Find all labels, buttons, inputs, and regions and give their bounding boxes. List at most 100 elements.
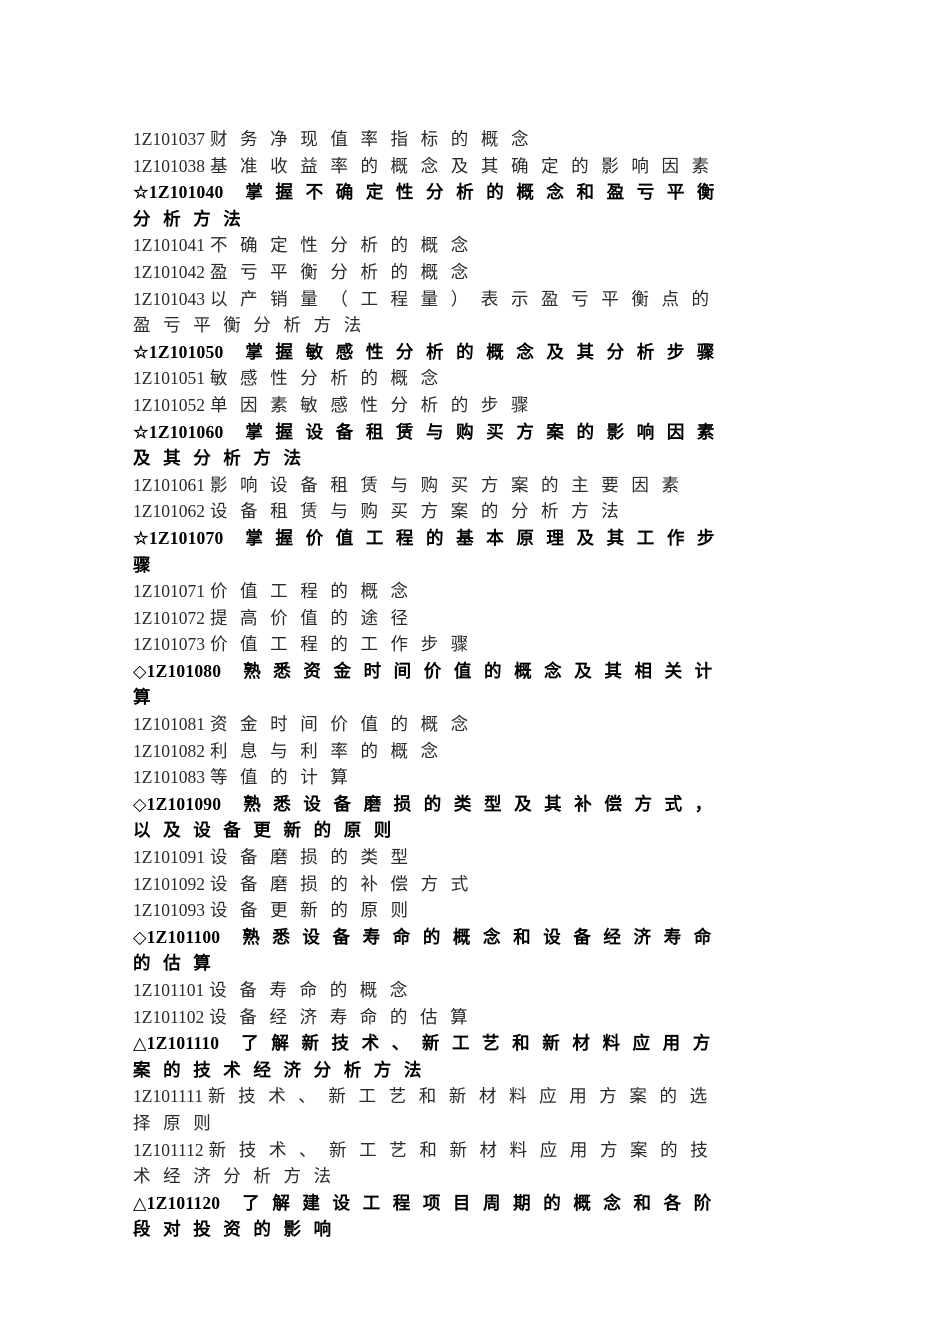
- syllabus-entry: 1Z101051 敏感性分析的概念: [133, 365, 817, 392]
- entry-text: 等值的计算: [209, 768, 361, 789]
- entry-text: 敏感性分析的概念: [209, 369, 451, 390]
- entry-code: 1Z101043: [133, 288, 205, 309]
- entry-code: 1Z101082: [133, 740, 205, 761]
- syllabus-entry: ☆1Z101040 掌握不确定性分析的概念和盈亏平衡: [133, 179, 817, 206]
- syllabus-entry-continuation: 术经济分析方法: [133, 1163, 817, 1190]
- syllabus-entry: ☆1Z101060 掌握设备租赁与购买方案的影响因素: [133, 419, 817, 446]
- entry-text: 设备更新的原则: [209, 901, 421, 922]
- syllabus-entry: 1Z101071 价值工程的概念: [133, 578, 817, 605]
- syllabus-entry: 1Z101111 新技术、新工艺和新材料应用方案的选: [133, 1083, 817, 1110]
- entry-text: 设备经济寿命的估算: [209, 1007, 481, 1028]
- entry-text: 算: [133, 688, 165, 709]
- syllabus-entry: 1Z101112 新技术、新工艺和新材料应用方案的技: [133, 1137, 817, 1164]
- entry-code: 1Z101093: [133, 900, 205, 921]
- syllabus-entry-continuation: 以及设备更新的原则: [133, 817, 817, 844]
- entry-text: 案的技术经济分析方法: [133, 1060, 434, 1081]
- entry-text: 设备磨损的类型: [209, 848, 421, 869]
- entry-text: 段对投资的影响: [133, 1220, 344, 1241]
- entry-code: △1Z101110: [133, 1033, 220, 1054]
- syllabus-entry: 1Z101101 设备寿命的概念: [133, 977, 817, 1004]
- entry-code: 1Z101081: [133, 714, 205, 735]
- entry-code: 1Z101092: [133, 873, 205, 894]
- entry-text: 以及设备更新的原则: [133, 821, 404, 842]
- syllabus-entry-continuation: 段对投资的影响: [133, 1216, 817, 1243]
- entry-code: ☆1Z101040: [133, 182, 224, 203]
- entry-text: 熟悉设备寿命的概念和设备经济寿命: [242, 927, 724, 948]
- entry-text: 利息与利率的概念: [209, 741, 451, 762]
- syllabus-entry-continuation: 算: [133, 684, 817, 711]
- entry-text: 设备寿命的概念: [209, 981, 420, 1001]
- entry-code: ◇1Z101090: [133, 793, 222, 814]
- entry-text: 择原则: [133, 1113, 224, 1134]
- entry-code: 1Z101102: [133, 1006, 205, 1027]
- entry-text: 骤: [133, 555, 165, 576]
- entry-text: 新技术、新工艺和新材料应用方案的技: [208, 1140, 721, 1161]
- entry-code: 1Z101041: [133, 235, 205, 256]
- syllabus-entry: 1Z101062 设备租赁与购买方案的分析方法: [133, 498, 817, 525]
- entry-text: 价值工程的工作步骤: [209, 635, 481, 656]
- syllabus-entry: 1Z101091 设备磨损的类型: [133, 844, 817, 871]
- entry-code: 1Z101062: [133, 501, 205, 522]
- entry-text: 以产销量（工程量）表示盈亏平衡点的: [209, 289, 722, 310]
- syllabus-entry: 1Z101093 设备更新的原则: [133, 897, 817, 924]
- entry-text: 不确定性分析的概念: [209, 236, 481, 257]
- entry-code: 1Z101038: [133, 155, 205, 176]
- entry-text: 新技术、新工艺和新材料应用方案的选: [208, 1087, 720, 1108]
- entry-text: 掌握不确定性分析的概念和盈亏平衡: [245, 183, 728, 204]
- syllabus-entry-continuation: 分析方法: [133, 206, 817, 233]
- entry-text: 分析方法: [133, 209, 254, 230]
- syllabus-entry: ◇1Z101080 熟悉资金时间价值的概念及其相关计: [133, 658, 817, 685]
- entry-code: 1Z101071: [133, 581, 205, 602]
- syllabus-entry: 1Z101072 提高价值的途径: [133, 605, 817, 632]
- entry-text: 基准收益率的概念及其确定的影响因素: [209, 156, 722, 177]
- entry-code: 1Z101111: [133, 1086, 203, 1107]
- entry-text: 设备租赁与购买方案的分析方法: [209, 502, 632, 523]
- entry-text: 掌握敏感性分析的概念及其分析步骤: [245, 342, 728, 363]
- syllabus-entry: 1Z101041 不确定性分析的概念: [133, 232, 817, 259]
- syllabus-entry: 1Z101083 等值的计算: [133, 764, 817, 791]
- syllabus-entry: 1Z101061 影响设备租赁与购买方案的主要因素: [133, 472, 817, 499]
- syllabus-entry-continuation: 及其分析方法: [133, 445, 817, 472]
- entry-text: 资金时间价值的概念: [209, 715, 481, 736]
- syllabus-entry-continuation: 择原则: [133, 1110, 817, 1137]
- entry-text: 掌握价值工程的基本原理及其工作步: [245, 528, 728, 549]
- entry-code: 1Z101073: [133, 634, 205, 655]
- entry-code: 1Z101037: [133, 129, 205, 149]
- entry-code: ☆1Z101060: [133, 421, 224, 442]
- syllabus-entry: ☆1Z101070 掌握价值工程的基本原理及其工作步: [133, 525, 817, 552]
- entry-code: 1Z101091: [133, 847, 205, 868]
- syllabus-entry: ◇1Z101100 熟悉设备寿命的概念和设备经济寿命: [133, 924, 817, 951]
- syllabus-entry: 1Z101038 基准收益率的概念及其确定的影响因素: [133, 153, 817, 180]
- entry-text: 及其分析方法: [133, 449, 314, 470]
- entry-code: 1Z101042: [133, 261, 205, 282]
- entry-text: 设备磨损的补偿方式: [209, 874, 481, 895]
- entry-code: ◇1Z101100: [133, 926, 221, 947]
- syllabus-entry-continuation: 的估算: [133, 950, 817, 977]
- entry-code: 1Z101051: [133, 368, 205, 389]
- syllabus-entry: 1Z101043 以产销量（工程量）表示盈亏平衡点的: [133, 286, 817, 313]
- syllabus-entry: △1Z101120 了解建设工程项目周期的概念和各阶: [133, 1190, 817, 1217]
- entry-text: 影响设备租赁与购买方案的主要因素: [209, 475, 692, 496]
- entry-text: 提高价值的途径: [209, 608, 421, 629]
- entry-text: 盈亏平衡分析的概念: [209, 262, 481, 283]
- entry-text: 单因素敏感性分析的步骤: [209, 395, 542, 416]
- syllabus-entry: 1Z101037 财务净现值率指标的概念: [133, 126, 817, 153]
- entry-text: 价值工程的概念: [209, 582, 421, 603]
- syllabus-entry: 1Z101042 盈亏平衡分析的概念: [133, 259, 817, 286]
- document-text-body: 1Z101037 财务净现值率指标的概念 1Z101038 基准收益率的概念及其确定的…: [133, 126, 817, 1243]
- entry-code: 1Z101083: [133, 767, 205, 788]
- entry-text: 术经济分析方法: [133, 1167, 344, 1188]
- entry-text: 熟悉资金时间价值的概念及其相关计: [243, 661, 725, 682]
- syllabus-entry: 1Z101073 价值工程的工作步骤: [133, 631, 817, 658]
- syllabus-entry-continuation: 案的技术经济分析方法: [133, 1057, 817, 1084]
- entry-code: ☆1Z101050: [133, 341, 224, 362]
- entry-code: △1Z101120: [133, 1192, 221, 1213]
- entry-code: 1Z101061: [133, 474, 205, 495]
- document-page: 1Z101037 财务净现值率指标的概念 1Z101038 基准收益率的概念及其确定的…: [0, 0, 950, 1342]
- syllabus-entry: ◇1Z101090 熟悉设备磨损的类型及其补偿方式，: [133, 791, 817, 818]
- syllabus-entry: △1Z101110 了解新技术、新工艺和新材料应用方: [133, 1030, 817, 1057]
- syllabus-entry-continuation: 盈亏平衡分析方法: [133, 312, 817, 339]
- entry-code: 1Z101101: [133, 980, 205, 1000]
- entry-text: 的估算: [133, 954, 224, 975]
- entry-text: 盈亏平衡分析方法: [133, 316, 374, 337]
